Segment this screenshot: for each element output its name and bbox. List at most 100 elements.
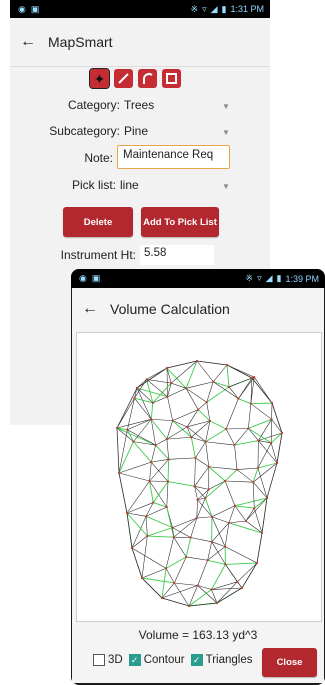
triangle-edge	[165, 537, 175, 569]
triangle-edge	[149, 480, 169, 482]
triangle-edge	[245, 520, 263, 534]
checkbox-triangles[interactable]: ✓	[190, 654, 203, 666]
contour-edge	[141, 577, 175, 584]
contour-edge	[133, 441, 152, 463]
add-to-pick-list-button[interactable]: Add To Pick List	[141, 207, 219, 237]
triangle-edge	[194, 457, 196, 487]
note-input[interactable]: Maintenance Req	[117, 145, 230, 169]
mesh-vertex	[249, 402, 252, 405]
mesh-vertex	[151, 401, 154, 404]
screen-title: Volume Calculation	[110, 301, 230, 317]
mesh-vertex	[270, 441, 273, 445]
triangle-edge	[245, 508, 255, 522]
mesh-vertex	[185, 555, 188, 559]
mesh-vertex	[197, 408, 200, 411]
back-arrow-icon[interactable]: ←	[20, 33, 36, 51]
mesh-vertex	[244, 519, 247, 523]
signal-icon: ◢	[210, 3, 218, 14]
rectangle-tool-button[interactable]	[162, 69, 181, 88]
mesh-vertex	[170, 381, 173, 385]
mesh-vertex	[235, 468, 239, 471]
back-arrow-icon[interactable]: ←	[82, 300, 98, 318]
battery-icon: ▮	[276, 273, 282, 283]
category-row[interactable]: Category: Trees	[10, 98, 240, 112]
subcategory-value: Pine	[124, 124, 149, 138]
triangle-edge	[197, 499, 213, 517]
mesh-vertex	[270, 401, 274, 405]
app-bar: ← Volume Calculation	[72, 288, 324, 330]
mesh-vertex	[253, 507, 256, 510]
mesh-vertex	[167, 458, 170, 461]
rectangle-tool-icon	[166, 73, 177, 84]
contour-edge	[204, 498, 213, 517]
subcategory-dropdown-icon[interactable]: ▼	[222, 128, 230, 137]
picklist-row[interactable]: Pick list: line	[10, 178, 240, 192]
status-bar: ◉ ▣ ※ ▿ ◢ ▮ 1:39 PM	[71, 269, 325, 288]
subcategory-row[interactable]: Subcategory: Pine	[10, 124, 240, 138]
triangle-edge	[166, 439, 169, 460]
point-tool-button[interactable]: ✦	[89, 68, 110, 89]
triangle-edge	[166, 481, 169, 508]
mesh-vertex	[233, 504, 236, 507]
signal-icon: ◢	[265, 273, 273, 283]
triangle-edge	[155, 438, 168, 446]
category-label: Category:	[67, 98, 120, 112]
category-dropdown-icon[interactable]: ▼	[222, 102, 230, 111]
mesh-vertex	[204, 440, 207, 443]
triangle-edge	[172, 517, 197, 528]
triangle-edge	[126, 480, 150, 514]
triangle-edge	[167, 388, 187, 397]
triangle-edge	[211, 541, 226, 565]
mesh-vertex	[160, 596, 164, 600]
triangle-edge	[194, 466, 210, 487]
delete-button[interactable]: Delete	[63, 207, 133, 237]
subcategory-label: Subcategory:	[49, 124, 120, 138]
mesh-vertex	[194, 456, 197, 459]
close-button[interactable]: Close	[262, 648, 317, 677]
instrument-input[interactable]: 5.58	[140, 245, 214, 265]
gps-icon: ◉	[79, 273, 87, 283]
mesh-vertex	[165, 366, 169, 370]
mesh-vertex	[117, 471, 121, 475]
arc-tool-button[interactable]	[138, 69, 157, 88]
checkbox-3d[interactable]	[93, 654, 105, 666]
mesh-vertex	[132, 440, 135, 443]
mesh-vertex	[207, 465, 210, 468]
mesh-vertex	[237, 397, 240, 400]
mesh-vertex	[150, 418, 153, 421]
option-contour[interactable]: ✓ Contour	[128, 654, 185, 666]
triangle-edge	[257, 442, 272, 469]
contour-edge	[167, 459, 170, 482]
triangle-edge	[133, 419, 152, 442]
mesh-vertex	[186, 425, 189, 428]
triangle-edge	[174, 582, 198, 586]
mesh-vertex	[210, 540, 213, 543]
wifi-icon: ▿	[257, 273, 262, 283]
picklist-dropdown-icon[interactable]: ▼	[222, 182, 230, 191]
triangle-edge	[197, 489, 209, 500]
mesh-vertex	[227, 521, 231, 524]
contour-edge	[234, 505, 255, 509]
mesh-vertex	[166, 480, 170, 483]
triangle-edge	[211, 516, 226, 547]
option-triangles[interactable]: ✓ Triangles	[190, 654, 253, 666]
mesh-vertex	[187, 604, 191, 608]
checkbox-contour[interactable]: ✓	[128, 654, 141, 666]
mesh-vertex	[275, 461, 279, 465]
triangle-edge	[224, 546, 258, 564]
triangle-edge	[195, 457, 209, 467]
triangle-edge	[131, 547, 167, 569]
triangle-edge	[196, 516, 212, 519]
triangle-edge	[127, 398, 135, 430]
mesh-vertex	[253, 375, 256, 379]
triangle-edge	[205, 441, 235, 446]
option-3d[interactable]: 3D	[93, 654, 123, 666]
tin-canvas[interactable]	[76, 332, 322, 622]
triangle-edge	[248, 403, 252, 429]
triangle-edge	[166, 436, 192, 440]
contour-edge	[205, 428, 227, 443]
line-tool-button[interactable]	[114, 69, 133, 88]
triangle-edge	[234, 505, 247, 522]
triangle-edge	[197, 560, 208, 586]
picklist-value: line	[120, 178, 139, 192]
